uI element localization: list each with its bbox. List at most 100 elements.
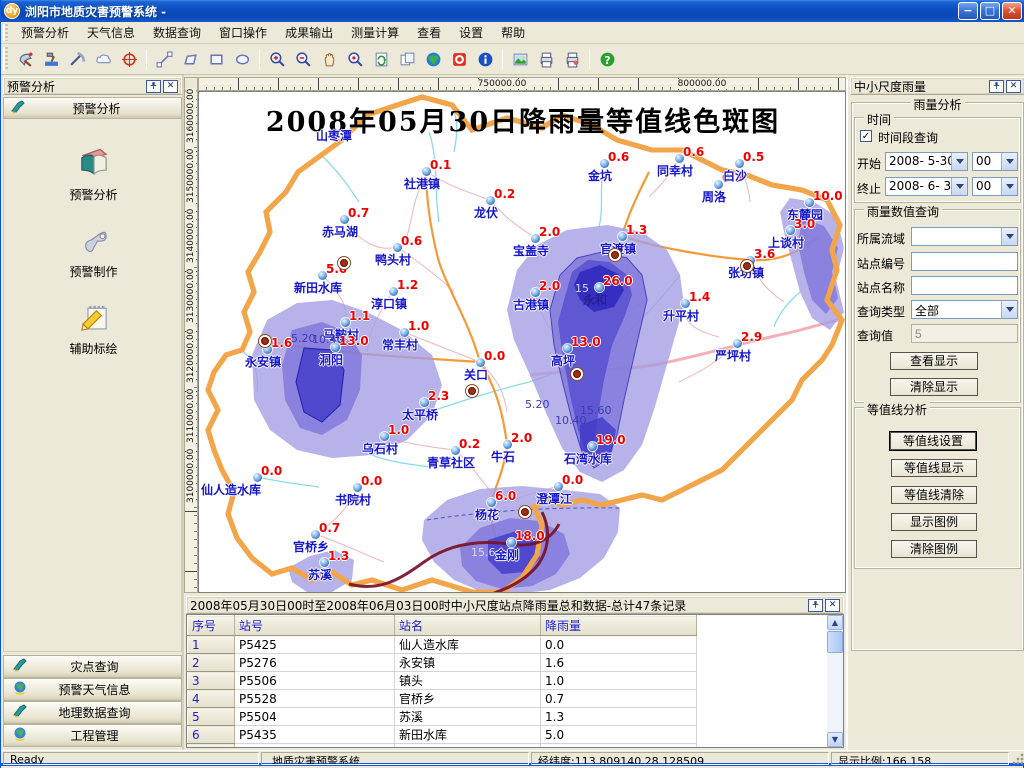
cloud-icon[interactable]	[91, 47, 115, 71]
help-icon[interactable]: ?	[595, 47, 619, 71]
satellite-dish-icon[interactable]	[13, 47, 37, 71]
table-row[interactable]: 6P5435新田水库5.0	[188, 726, 697, 744]
menu-item-1[interactable]: 天气信息	[78, 22, 144, 44]
contour-button-2[interactable]: 等值线清除	[891, 486, 977, 504]
row-number-cell[interactable]: 2	[188, 654, 235, 672]
start-hour-select[interactable]: 00	[972, 152, 1018, 171]
sidebar-section-1[interactable]: 预警天气信息	[3, 678, 182, 701]
sidebar-section-0[interactable]: 灾点查询	[3, 655, 182, 678]
table-header[interactable]: 降雨量	[541, 616, 697, 636]
row-number-cell[interactable]: 1	[188, 636, 235, 654]
menu-item-4[interactable]: 成果输出	[276, 22, 342, 44]
zoom-in-icon[interactable]	[265, 47, 289, 71]
image-export-icon[interactable]	[508, 47, 532, 71]
stop-icon[interactable]	[447, 47, 471, 71]
pin-icon[interactable]	[989, 80, 1004, 93]
scrollbar-thumb[interactable]	[827, 631, 843, 653]
menu-bar: 预警分析天气信息数据查询窗口操作成果输出测量计算查看设置帮助	[1, 22, 1024, 44]
copy-map-icon[interactable]	[395, 47, 419, 71]
start-date-select[interactable]: 2008- 5-30	[885, 152, 968, 171]
contour-button-4[interactable]: 清除图例	[891, 540, 977, 558]
print-icon[interactable]	[534, 47, 558, 71]
toolbar-grip[interactable]	[3, 47, 8, 71]
sidebar-panel: 预警分析 ✕ 预警分析 预警分析预警制作辅助标绘 灾点查询预警天气信息地理数据查…	[1, 75, 184, 750]
flood-tool-icon[interactable]	[39, 47, 63, 71]
menu-item-2[interactable]: 数据查询	[144, 22, 210, 44]
sidebar-item-0[interactable]: 预警分析	[4, 147, 183, 203]
menu-item-8[interactable]: 帮助	[492, 22, 534, 44]
time-range-checkbox[interactable]: ✓	[860, 130, 872, 142]
zoom-window-icon[interactable]	[343, 47, 367, 71]
info-icon[interactable]	[473, 47, 497, 71]
row-number-cell[interactable]: 6	[188, 726, 235, 744]
table-row[interactable]: 1P5425仙人造水库0.0	[188, 636, 697, 654]
sidebar-section-header[interactable]: 预警分析	[3, 97, 182, 119]
sidebar-section-3[interactable]: 工程管理	[3, 724, 182, 747]
close-icon[interactable]: ✕	[825, 599, 840, 612]
menu-item-7[interactable]: 设置	[450, 22, 492, 44]
station-id-input[interactable]	[911, 252, 1018, 271]
contour-button-0[interactable]: 等值线设置	[890, 432, 976, 450]
station-name-input[interactable]	[911, 276, 1018, 295]
map-canvas[interactable]: 2008年05月30日降雨量等值线色斑图 山枣潭0.1社港镇0.3周洛0.2龙伏…	[198, 91, 846, 593]
row-number-cell[interactable]: 4	[188, 690, 235, 708]
chevron-down-icon[interactable]	[1001, 153, 1017, 170]
row-number-cell[interactable]: 5	[188, 708, 235, 726]
table-row[interactable]: 5P5504苏溪1.3	[188, 708, 697, 726]
scroll-up-icon[interactable]: ▲	[827, 615, 843, 630]
print-preview-icon[interactable]	[560, 47, 584, 71]
menu-item-5[interactable]: 测量计算	[342, 22, 408, 44]
sidebar-section-2[interactable]: 地理数据查询	[3, 701, 182, 724]
notepad-icon	[77, 324, 111, 338]
chevron-down-icon[interactable]	[1001, 301, 1017, 318]
menu-grip[interactable]	[3, 24, 8, 41]
polygon-tool-icon[interactable]	[178, 47, 202, 71]
table-header[interactable]: 序号	[188, 616, 235, 636]
chevron-down-icon[interactable]	[1001, 178, 1017, 195]
ellipse-tool-icon[interactable]	[230, 47, 254, 71]
line-tool-icon[interactable]	[152, 47, 176, 71]
clear-display-button[interactable]: 清除显示	[890, 378, 978, 396]
chevron-down-icon[interactable]	[1001, 228, 1017, 245]
basin-select[interactable]	[911, 227, 1018, 246]
pan-icon[interactable]	[317, 47, 341, 71]
table-header[interactable]: 站号	[235, 616, 395, 636]
table-row[interactable]: 4P5528官桥乡0.7	[188, 690, 697, 708]
table-header[interactable]: 站名	[395, 616, 541, 636]
maximize-button[interactable]: □	[980, 2, 1000, 20]
resize-grip[interactable]	[1012, 753, 1024, 765]
pick-icon[interactable]	[65, 47, 89, 71]
row-number-cell[interactable]: 3	[188, 672, 235, 690]
query-type-select[interactable]: 全部	[911, 300, 1018, 319]
rectangle-tool-icon[interactable]	[204, 47, 228, 71]
end-date-select[interactable]: 2008- 6- 3	[885, 177, 968, 196]
contour-button-1[interactable]: 等值线显示	[891, 459, 977, 477]
pin-icon[interactable]	[146, 80, 161, 93]
close-button[interactable]: ✕	[1002, 2, 1022, 20]
table-row[interactable]: 7P5310洞阳13.0	[188, 744, 697, 749]
end-hour-select[interactable]: 00	[972, 177, 1018, 196]
sidebar-item-1[interactable]: 预警制作	[4, 224, 183, 280]
table-row[interactable]: 3P5506镇头1.0	[188, 672, 697, 690]
menu-item-6[interactable]: 查看	[408, 22, 450, 44]
show-display-button[interactable]: 查看显示	[890, 352, 978, 370]
chevron-down-icon[interactable]	[951, 153, 967, 170]
contour-button-3[interactable]: 显示图例	[891, 513, 977, 531]
table-scrollbar[interactable]: ▲ ▼	[827, 615, 843, 747]
row-number-cell[interactable]: 7	[188, 744, 235, 749]
sidebar-item-2[interactable]: 辅助标绘	[4, 301, 183, 357]
table-row[interactable]: 2P5276永安镇1.6	[188, 654, 697, 672]
menu-item-0[interactable]: 预警分析	[12, 22, 78, 44]
close-icon[interactable]: ✕	[1006, 80, 1021, 93]
pin-icon[interactable]	[808, 599, 823, 612]
zoom-out-icon[interactable]	[291, 47, 315, 71]
scroll-down-icon[interactable]: ▼	[827, 732, 843, 747]
end-label: 终止	[857, 180, 881, 197]
globe-icon[interactable]	[421, 47, 445, 71]
crosshair-icon[interactable]	[117, 47, 141, 71]
chevron-down-icon[interactable]	[951, 178, 967, 195]
close-icon[interactable]: ✕	[163, 80, 178, 93]
refresh-icon[interactable]	[369, 47, 393, 71]
minimize-button[interactable]: −	[958, 2, 978, 20]
menu-item-3[interactable]: 窗口操作	[210, 22, 276, 44]
